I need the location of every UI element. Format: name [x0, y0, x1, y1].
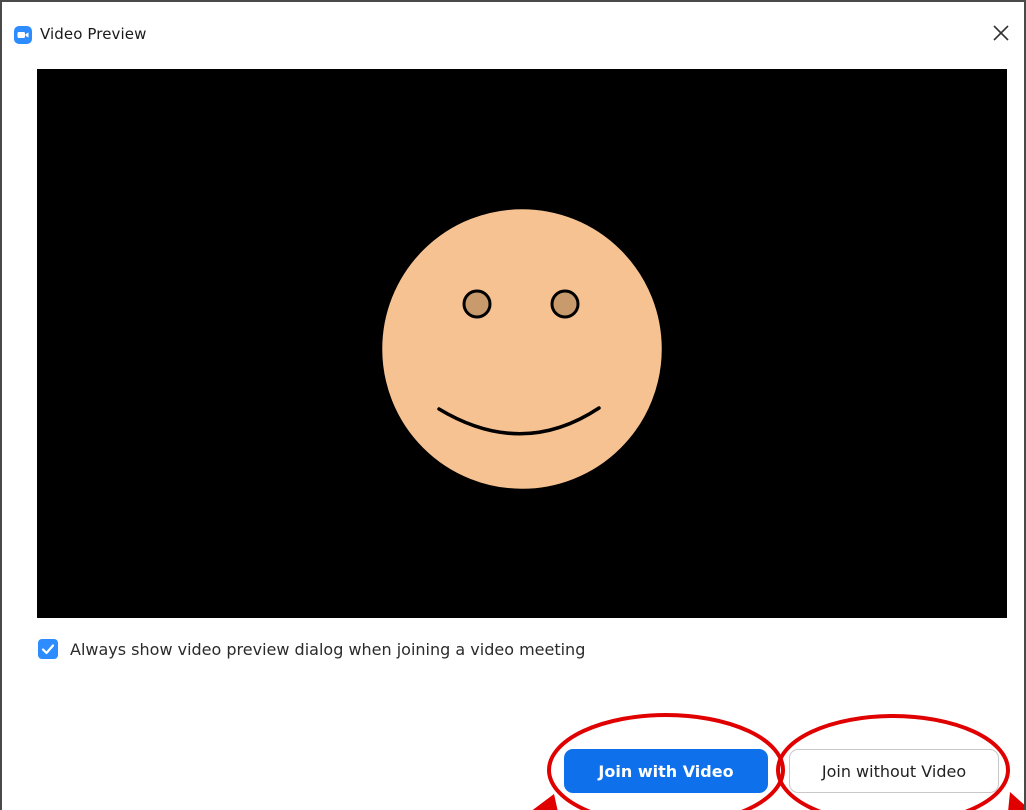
always-show-preview-checkbox[interactable] [38, 639, 58, 659]
close-icon [993, 25, 1009, 41]
always-show-preview-label: Always show video preview dialog when jo… [70, 639, 586, 659]
join-with-video-button[interactable]: Join with Video [564, 749, 768, 793]
zoom-camera-icon [14, 26, 32, 44]
close-button[interactable] [988, 20, 1014, 46]
annotation-arrow-right [1008, 792, 1024, 810]
smiley-face-icon [379, 206, 665, 492]
annotation-arrow-left [532, 794, 558, 810]
checkmark-icon [41, 644, 55, 655]
title-bar: Video Preview [2, 2, 1024, 68]
window-title: Video Preview [40, 25, 147, 43]
always-show-preview-option: Always show video preview dialog when jo… [38, 638, 585, 660]
video-preview-dialog: Video Preview Always show video preview … [0, 0, 1026, 810]
video-preview-area [37, 69, 1007, 618]
join-without-video-button[interactable]: Join without Video [789, 749, 999, 793]
